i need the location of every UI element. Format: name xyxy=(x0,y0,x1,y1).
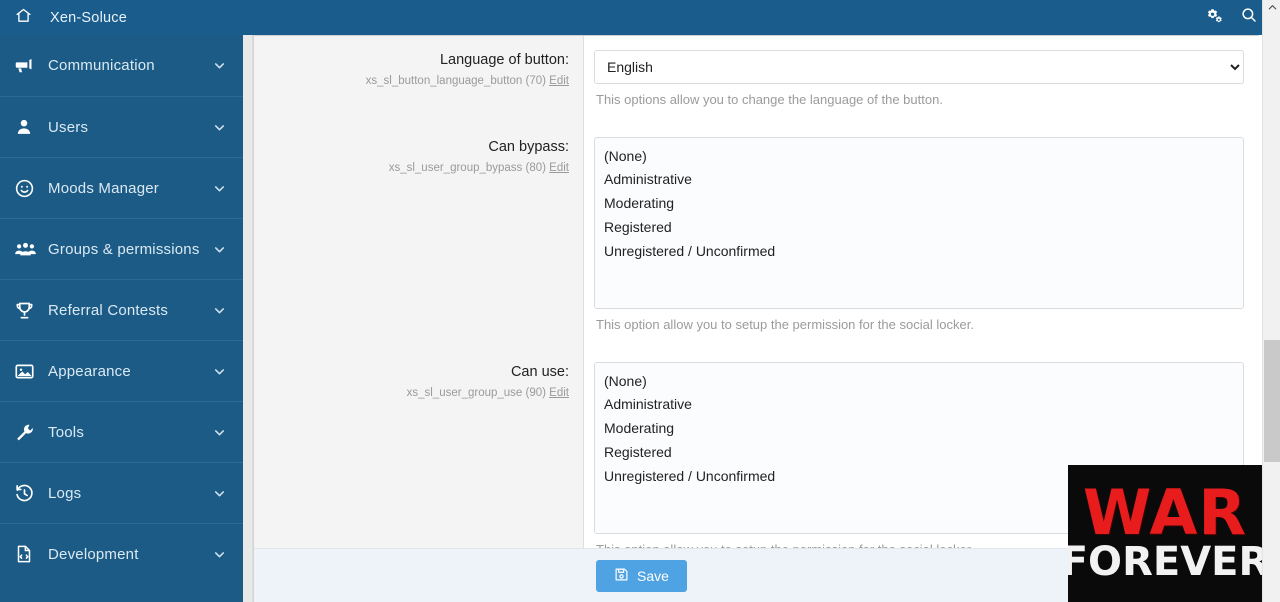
chevron-down-icon[interactable] xyxy=(212,181,227,196)
search-icon xyxy=(1240,6,1258,29)
sidebar-item-label: Tools xyxy=(48,423,85,441)
chevron-down-icon[interactable] xyxy=(212,425,227,440)
page-scrollbar[interactable] xyxy=(1262,0,1280,602)
edit-phrase-link[interactable]: Edit xyxy=(549,162,569,174)
ad-headline: WAR xyxy=(1082,475,1248,549)
scroll-up-button[interactable] xyxy=(1263,0,1280,18)
file-code-icon xyxy=(14,544,44,564)
chevron-down-icon[interactable] xyxy=(212,547,227,562)
sidebar-item-label: Users xyxy=(48,118,89,136)
list-item[interactable]: Registered xyxy=(595,216,1243,240)
trophy-icon xyxy=(14,300,44,321)
language-of-button-select[interactable]: English xyxy=(594,50,1244,84)
phrase-key: xs_sl_user_group_use (90) xyxy=(406,387,546,400)
field-hint: This option allow you to setup the permi… xyxy=(596,317,974,332)
chevron-up-icon xyxy=(1267,0,1278,18)
field-control-cell: English This options allow you to change… xyxy=(584,36,1259,123)
field-phrase-info: xs_sl_user_group_use (90) Edit xyxy=(264,386,569,401)
list-item[interactable]: (None) xyxy=(595,144,1243,168)
field-label-cell: Can use: xs_sl_user_group_use (90) Edit xyxy=(254,348,584,573)
wrench-icon xyxy=(14,422,44,443)
image-icon xyxy=(14,361,44,382)
history-icon xyxy=(14,483,44,504)
megaphone-icon xyxy=(14,55,44,76)
form-row-can-bypass: Can bypass: xs_sl_user_group_bypass (80)… xyxy=(254,123,1259,348)
sidebar-item-label: Moods Manager xyxy=(48,179,159,197)
smiley-icon xyxy=(14,178,44,199)
sidebar-item-label: Development xyxy=(48,545,139,563)
chevron-down-icon[interactable] xyxy=(212,120,227,135)
sidebar-nav: Communication Users Moods Manager Groups… xyxy=(0,35,243,602)
top-header-bar: Xen-Soluce xyxy=(0,0,1280,35)
field-hint: This options allow you to change the lan… xyxy=(596,92,943,107)
phrase-key: xs_sl_user_group_bypass (80) xyxy=(388,162,546,175)
field-label-cell: Language of button: xs_sl_button_languag… xyxy=(254,36,584,123)
list-item[interactable]: Moderating xyxy=(595,192,1243,216)
sidebar-item-appearance[interactable]: Appearance xyxy=(0,340,243,401)
users-group-icon xyxy=(14,238,44,261)
app-title[interactable]: Xen-Soluce xyxy=(46,10,127,26)
field-phrase-info: xs_sl_button_language_button (70) Edit xyxy=(264,74,569,89)
save-button[interactable]: Save xyxy=(596,559,687,592)
scrollbar-thumb[interactable] xyxy=(1264,340,1280,462)
save-button-label: Save xyxy=(637,567,669,584)
chevron-down-icon[interactable] xyxy=(212,303,227,318)
edit-phrase-link[interactable]: Edit xyxy=(549,75,569,87)
sidebar-item-moods-manager[interactable]: Moods Manager xyxy=(0,157,243,218)
sidebar-item-label: Communication xyxy=(48,57,155,74)
field-control-cell: (None) Administrative Moderating Registe… xyxy=(584,123,1259,348)
field-label-cell: Can bypass: xs_sl_user_group_bypass (80)… xyxy=(254,123,584,348)
ad-subheadline: FOREVER xyxy=(1068,539,1262,586)
home-icon xyxy=(15,7,32,29)
sidebar-item-label: Appearance xyxy=(48,362,131,380)
sidebar-item-communication[interactable]: Communication xyxy=(0,35,243,96)
field-label: Language of button: xyxy=(439,52,569,68)
phrase-key: xs_sl_button_language_button (70) xyxy=(365,75,546,88)
sidebar-item-users[interactable]: Users xyxy=(0,96,243,157)
sidebar-item-label: Groups & permissions xyxy=(48,240,200,258)
list-item[interactable]: Registered xyxy=(595,441,1243,465)
chevron-down-icon[interactable] xyxy=(212,486,227,501)
field-phrase-info: xs_sl_user_group_bypass (80) Edit xyxy=(264,161,569,176)
list-item[interactable]: (None) xyxy=(595,369,1243,393)
chevron-down-icon[interactable] xyxy=(212,242,227,257)
sidebar-item-logs[interactable]: Logs xyxy=(0,462,243,523)
chevron-down-icon[interactable] xyxy=(212,58,227,73)
war-forever-ad-overlay[interactable]: WAR FOREVER xyxy=(1068,465,1262,602)
field-label: Can bypass: xyxy=(488,139,569,155)
can-bypass-multiselect[interactable]: (None) Administrative Moderating Registe… xyxy=(594,137,1244,309)
search-button[interactable] xyxy=(1240,6,1258,29)
gears-icon xyxy=(1204,6,1223,30)
sidebar-item-tools[interactable]: Tools xyxy=(0,401,243,462)
list-item[interactable]: Unregistered / Unconfirmed xyxy=(595,240,1243,264)
edit-phrase-link[interactable]: Edit xyxy=(549,387,569,399)
user-icon xyxy=(14,117,44,137)
sidebar-item-label: Logs xyxy=(48,484,82,502)
sidebar-item-development[interactable]: Development xyxy=(0,523,243,584)
floppy-disk-icon xyxy=(614,567,629,585)
sidebar-item-referral-contests[interactable]: Referral Contests xyxy=(0,279,243,340)
field-label: Can use: xyxy=(510,364,569,380)
sidebar-item-label: Referral Contests xyxy=(48,301,169,319)
app-root: Xen-Soluce Communication Users Moods Man… xyxy=(0,0,1280,602)
chevron-down-icon[interactable] xyxy=(212,364,227,379)
settings-button[interactable] xyxy=(1204,6,1223,30)
list-item[interactable]: Administrative xyxy=(595,393,1243,417)
list-item[interactable]: Administrative xyxy=(595,168,1243,192)
form-row-language-of-button: Language of button: xs_sl_button_languag… xyxy=(254,36,1259,123)
sidebar-scroll-track[interactable] xyxy=(243,35,253,602)
list-item[interactable]: Moderating xyxy=(595,417,1243,441)
sidebar-item-groups-permissions[interactable]: Groups & permissions xyxy=(0,218,243,279)
home-button[interactable] xyxy=(0,0,46,35)
